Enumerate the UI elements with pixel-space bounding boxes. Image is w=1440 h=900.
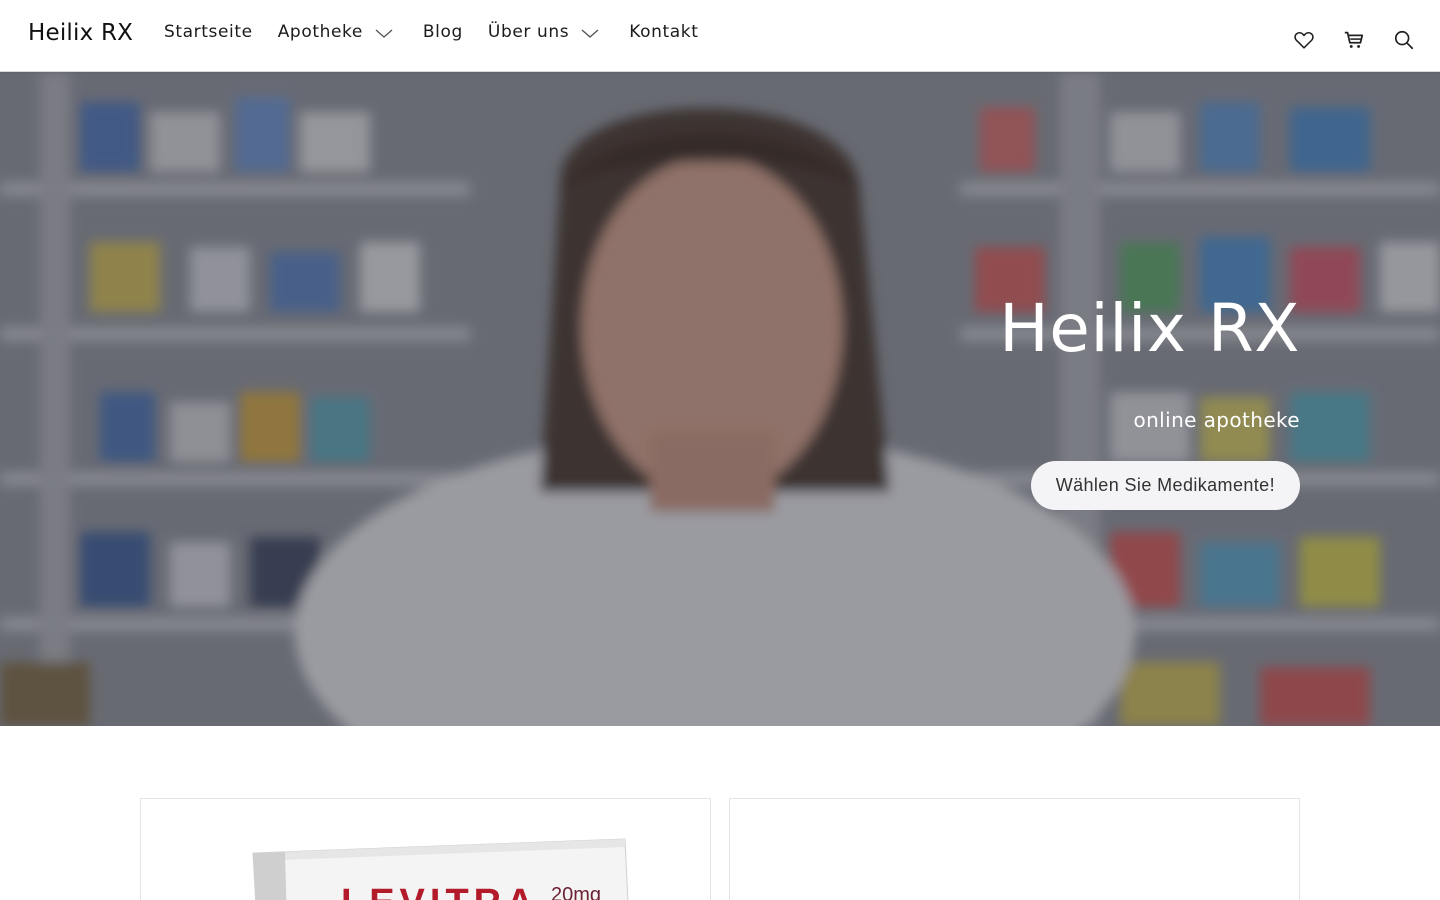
nav-label: Kontakt <box>629 22 699 42</box>
hero-title: Heilix RX <box>999 290 1300 367</box>
chevron-down-icon <box>375 29 393 38</box>
product-card[interactable]: LEVITRA 20mg <box>140 798 711 900</box>
cart-icon <box>1344 31 1364 48</box>
choose-medicines-button[interactable]: Wählen Sie Medikamente! <box>1030 461 1300 510</box>
nav-label: Über uns <box>487 22 570 42</box>
site-logo[interactable]: Heilix RX <box>28 20 133 46</box>
nav-label: Apotheke <box>277 22 363 42</box>
search-button[interactable] <box>1392 28 1416 52</box>
wishlist-button[interactable] <box>1292 28 1316 52</box>
heart-icon <box>1294 31 1314 49</box>
hero-banner: Heilix RX online apotheke Wählen Sie Med… <box>0 72 1440 726</box>
nav-item-blog[interactable]: Blog <box>423 22 463 42</box>
site-header: Heilix RX Startseite Apotheke Blog Über … <box>0 0 1440 72</box>
product-card[interactable] <box>729 798 1300 900</box>
nav-item-kontakt[interactable]: Kontakt <box>629 22 698 42</box>
product-brand-text: LEVITRA <box>341 882 539 900</box>
product-dose-text: 20mg <box>551 884 601 900</box>
cart-button[interactable] <box>1342 28 1366 52</box>
search-icon <box>1394 30 1414 50</box>
nav-item-startseite[interactable]: Startseite <box>164 22 253 42</box>
hero-overlay <box>0 72 1440 726</box>
nav-label: Blog <box>422 22 463 42</box>
nav-label: Startseite <box>164 22 253 42</box>
chevron-down-icon <box>581 29 599 38</box>
product-image[interactable]: LEVITRA 20mg <box>249 835 629 900</box>
nav-item-ueber-uns[interactable]: Über uns <box>488 22 599 42</box>
nav-item-apotheke[interactable]: Apotheke <box>278 22 393 42</box>
header-actions <box>1292 28 1416 52</box>
main-nav: Startseite Apotheke Blog Über uns Kontak… <box>164 22 698 42</box>
hero-subtitle: online apotheke <box>1133 408 1300 432</box>
